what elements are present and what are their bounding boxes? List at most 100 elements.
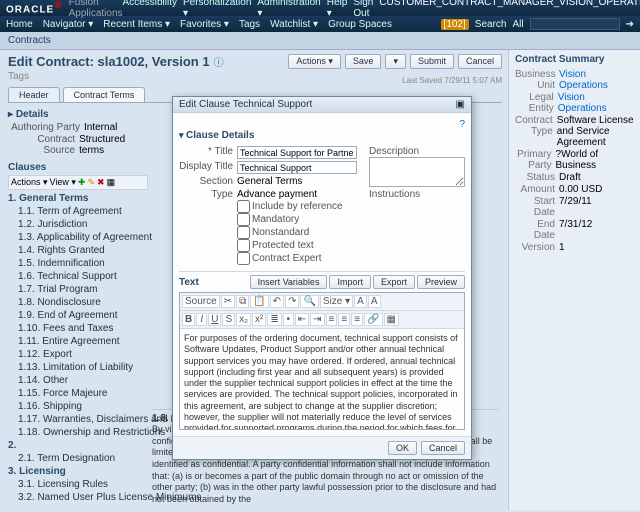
link-icon[interactable]: 🔗 xyxy=(364,313,382,326)
outdent-icon[interactable]: ⇤ xyxy=(295,313,309,326)
close-icon[interactable]: ▣ xyxy=(456,99,465,110)
search-input[interactable] xyxy=(530,18,620,30)
text-label: Text xyxy=(179,277,199,288)
tree-item[interactable]: 1.3. Applicability of Agreement xyxy=(8,231,148,244)
table-icon[interactable]: ▦ xyxy=(384,313,399,326)
ol-icon[interactable]: ≣ xyxy=(267,313,281,326)
menu-navigator[interactable]: Navigator ▾ xyxy=(43,19,94,30)
menu-watchlist[interactable]: Watchlist ▾ xyxy=(270,19,318,30)
submit-button[interactable]: Submit xyxy=(410,54,454,69)
link-administration[interactable]: Administration ▾ xyxy=(257,0,320,19)
tree-item[interactable]: 1.16. Shipping xyxy=(8,400,148,413)
title-input[interactable] xyxy=(237,146,357,159)
import-button[interactable]: Import xyxy=(329,275,371,289)
dialog-cancel-button[interactable]: Cancel xyxy=(421,441,465,455)
menu-favorites[interactable]: Favorites ▾ xyxy=(180,19,229,30)
editor-text[interactable]: For purposes of the ordering document, t… xyxy=(180,329,464,429)
menu-home[interactable]: Home xyxy=(6,19,33,30)
link-personalization[interactable]: Personalization ▾ xyxy=(183,0,251,19)
clauses-view-menu[interactable]: View ▾ xyxy=(50,177,76,188)
help-icon[interactable]: ? xyxy=(459,119,465,130)
tree-item[interactable]: 1.1. Term of Agreement xyxy=(8,205,148,218)
undo-icon[interactable]: ↶ xyxy=(270,295,284,308)
menu-tags[interactable]: Tags xyxy=(239,19,260,30)
ck-include[interactable]: Include by reference xyxy=(237,200,343,213)
add-icon[interactable]: ✚ xyxy=(78,177,86,188)
actions-menu[interactable]: Actions ▾ xyxy=(288,54,341,69)
find-icon[interactable]: 🔍 xyxy=(300,295,318,308)
tree-item[interactable]: 1.2. Jurisdiction xyxy=(8,218,148,231)
authoring-label: Authoring Party xyxy=(8,122,80,133)
tab-contract-terms[interactable]: Contract Terms xyxy=(63,87,146,102)
tree-item[interactable]: 1.6. Technical Support xyxy=(8,270,148,283)
preview-button[interactable]: Preview xyxy=(417,275,465,289)
display-title-input[interactable] xyxy=(237,161,357,174)
edit-icon[interactable]: ✎ xyxy=(87,177,95,188)
ck-mandatory[interactable]: Mandatory xyxy=(237,213,343,226)
tree-item[interactable]: 1.5. Indemnification xyxy=(8,257,148,270)
tree-item[interactable]: 1.10. Fees and Taxes xyxy=(8,322,148,335)
redo-icon[interactable]: ↷ xyxy=(285,295,299,308)
align-left-icon[interactable]: ≡ xyxy=(326,313,338,326)
tree-item[interactable]: 1.9. End of Agreement xyxy=(8,309,148,322)
strike-icon[interactable]: S xyxy=(222,313,235,326)
tree-item[interactable]: 1.12. Export xyxy=(8,348,148,361)
menu-groupspaces[interactable]: Group Spaces xyxy=(328,19,392,30)
more-icon[interactable]: ▦ xyxy=(107,177,116,188)
tree-item[interactable]: 1.4. Rights Granted xyxy=(8,244,148,257)
info-icon[interactable]: ⓘ xyxy=(214,54,224,69)
tree-item[interactable]: 3.1. Licensing Rules xyxy=(8,478,148,491)
tree-item[interactable]: 1.11. Entire Agreement xyxy=(8,335,148,348)
link-help[interactable]: Help ▾ xyxy=(327,0,348,19)
link-signout[interactable]: Sign Out xyxy=(353,0,373,19)
export-button[interactable]: Export xyxy=(373,275,415,289)
menu-recent[interactable]: Recent Items ▾ xyxy=(103,19,170,30)
sup-icon[interactable]: x² xyxy=(252,313,266,326)
source-button[interactable]: Source xyxy=(182,295,220,308)
tree-item[interactable]: 1.8. Nondisclosure xyxy=(8,296,148,309)
tree-item[interactable]: 1.17. Warranties, Disclaimers and Exclus… xyxy=(8,413,148,426)
tree-item[interactable]: 2.1. Term Designation xyxy=(8,452,148,465)
user-badge[interactable]: [102] xyxy=(441,19,469,30)
size-select[interactable]: Size ▾ xyxy=(320,295,353,308)
align-center-icon[interactable]: ≡ xyxy=(338,313,350,326)
color-icon[interactable]: A xyxy=(354,295,367,308)
link-accessibility[interactable]: Accessibility xyxy=(123,0,177,19)
save-menu-button[interactable]: ▾ xyxy=(385,54,406,69)
ck-nonstandard[interactable]: Nonstandard xyxy=(237,226,343,239)
ck-expert[interactable]: Contract Expert xyxy=(237,252,343,265)
underline-icon[interactable]: U xyxy=(208,313,221,326)
cut-icon[interactable]: ✂ xyxy=(221,295,235,308)
tree-item[interactable]: 1.15. Force Majeure xyxy=(8,387,148,400)
tree-item[interactable]: 1.7. Trial Program xyxy=(8,283,148,296)
tab-header[interactable]: Header xyxy=(8,87,60,102)
tags-icon[interactable]: Tags xyxy=(8,71,29,82)
tree-item[interactable]: 1.14. Other xyxy=(8,374,148,387)
tree-group-licensing[interactable]: 3. Licensing xyxy=(8,465,148,478)
sub-icon[interactable]: x₂ xyxy=(236,313,251,326)
ck-protected[interactable]: Protected text xyxy=(237,239,343,252)
delete-icon[interactable]: ✖ xyxy=(97,177,105,188)
ok-button[interactable]: OK xyxy=(388,441,417,455)
tree-item[interactable]: 1.18. Ownership and Restrictions xyxy=(8,426,148,439)
clauses-actions-menu[interactable]: Actions ▾ xyxy=(11,177,48,188)
tree-item[interactable]: 1.13. Limitation of Liability xyxy=(8,361,148,374)
cancel-button[interactable]: Cancel xyxy=(458,54,502,69)
tree-group-2[interactable]: 2. xyxy=(8,439,148,452)
indent-icon[interactable]: ⇥ xyxy=(310,313,324,326)
source-label: Contract Source xyxy=(8,134,75,156)
tree-group-general[interactable]: 1. General Terms xyxy=(8,192,148,205)
bg-icon[interactable]: A xyxy=(368,295,381,308)
search-go-icon[interactable]: ➔ xyxy=(626,19,634,30)
ul-icon[interactable]: • xyxy=(283,313,294,326)
paste-icon[interactable]: 📋 xyxy=(250,295,268,308)
description-input[interactable] xyxy=(369,157,465,187)
save-button[interactable]: Save xyxy=(345,54,382,69)
copy-icon[interactable]: ⧉ xyxy=(236,295,249,308)
search-scope[interactable]: All xyxy=(512,19,523,30)
bold-icon[interactable]: B xyxy=(182,313,195,326)
align-right-icon[interactable]: ≡ xyxy=(351,313,363,326)
italic-icon[interactable]: I xyxy=(196,313,207,326)
insert-variables-button[interactable]: Insert Variables xyxy=(250,275,328,289)
tree-item[interactable]: 3.2. Named User Plus License Minimums xyxy=(8,491,148,504)
